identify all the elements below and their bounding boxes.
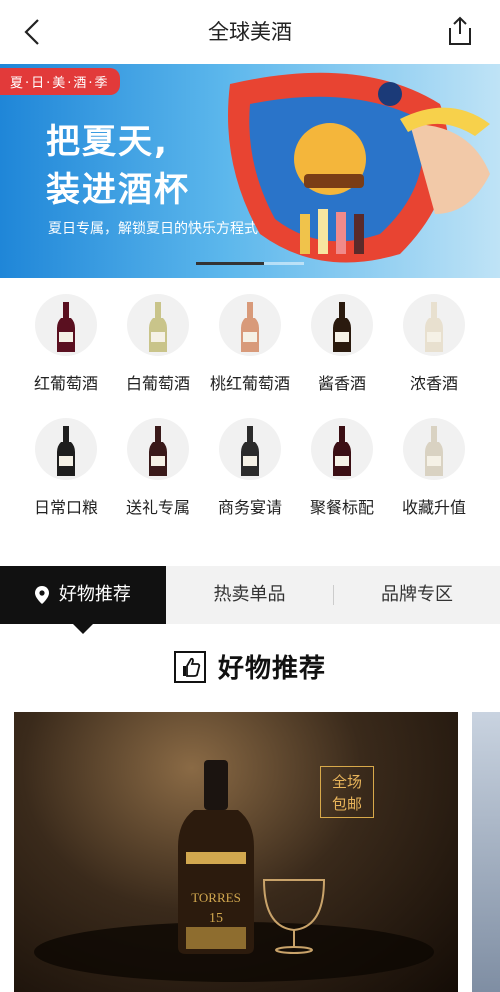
category-item[interactable]: 日常口粮 <box>20 418 112 518</box>
category-item[interactable]: 白葡萄酒 <box>112 294 204 394</box>
wine-bottle-icon <box>35 294 97 356</box>
tab-recommend[interactable]: 好物推荐 <box>0 566 166 624</box>
badge-line1: 全场 <box>331 773 362 791</box>
category-label: 送礼专属 <box>125 498 190 517</box>
category-item[interactable]: 收藏升值 <box>388 418 480 518</box>
category-item[interactable]: 红葡萄酒 <box>20 294 112 394</box>
top-nav-bar: 全球美酒 <box>0 0 500 64</box>
banner-illustration <box>228 72 490 263</box>
bottle-brand-text: TORRES <box>191 890 241 905</box>
tab-label: 品牌专区 <box>381 584 453 605</box>
category-label: 日常口粮 <box>33 498 98 517</box>
category-label: 聚餐标配 <box>309 498 374 517</box>
thumbs-up-icon <box>173 650 206 683</box>
tab-label: 热卖单品 <box>213 584 286 605</box>
wine-bottle-icon <box>127 418 189 480</box>
tab-brand-zone[interactable]: 品牌专区 <box>334 566 500 624</box>
wine-bottle-icon <box>219 418 281 480</box>
share-icon[interactable] <box>446 16 474 46</box>
category-item[interactable]: 送礼专属 <box>112 418 204 518</box>
category-label: 桃红葡萄酒 <box>209 374 290 393</box>
wine-bottle-icon <box>311 294 373 356</box>
banner-headline-line1: 把夏天, <box>46 122 169 162</box>
banner-headline: 把夏天, 装进酒杯 <box>46 118 190 214</box>
category-label: 红葡萄酒 <box>33 374 98 393</box>
category-item[interactable]: 酱香酒 <box>296 294 388 394</box>
brandy-bottle-image: TORRES 15 <box>34 760 434 982</box>
wine-bottle-icon <box>35 418 97 480</box>
category-label: 收藏升值 <box>401 498 466 517</box>
section-title: 好物推荐 <box>217 654 326 684</box>
page-title: 全球美酒 <box>208 20 292 44</box>
category-label: 商务宴请 <box>217 498 282 517</box>
badge-line2: 包邮 <box>331 795 362 813</box>
wine-bottle-icon <box>127 294 189 356</box>
free-shipping-badge: 全场 包邮 <box>320 766 374 818</box>
tab-label: 好物推荐 <box>58 584 131 605</box>
wine-bottle-icon <box>219 294 281 356</box>
category-item[interactable]: 浓香酒 <box>388 294 480 394</box>
wine-bottle-icon <box>403 294 465 356</box>
wine-bottle-icon <box>311 418 373 480</box>
bottle-number-text: 15 <box>209 911 223 926</box>
category-item[interactable]: 桃红葡萄酒 <box>204 294 296 394</box>
promo-banner[interactable]: 夏·日·美·酒·季 把夏天, 装进酒杯 夏日专属，解锁夏日的快乐方程式 <box>0 64 500 278</box>
tab-hot-items[interactable]: 热卖单品 <box>166 566 333 624</box>
wine-bottle-icon <box>403 418 465 480</box>
location-pin-icon <box>35 586 50 604</box>
banner-headline-line2: 装进酒杯 <box>46 170 190 210</box>
section-header: 好物推荐 <box>0 648 500 688</box>
category-item[interactable]: 商务宴请 <box>204 418 296 518</box>
active-tab-pointer <box>73 624 93 634</box>
product-card[interactable]: TORRES 15 全场 包邮 <box>14 712 458 992</box>
section-tabs: 好物推荐 热卖单品 品牌专区 <box>0 566 500 624</box>
category-label: 白葡萄酒 <box>125 374 190 393</box>
product-card-next[interactable] <box>472 712 500 992</box>
banner-tag: 夏·日·美·酒·季 <box>0 68 120 95</box>
carousel-indicator <box>196 262 304 265</box>
category-label: 酱香酒 <box>317 374 366 393</box>
category-label: 浓香酒 <box>409 374 458 393</box>
category-item[interactable]: 聚餐标配 <box>296 418 388 518</box>
